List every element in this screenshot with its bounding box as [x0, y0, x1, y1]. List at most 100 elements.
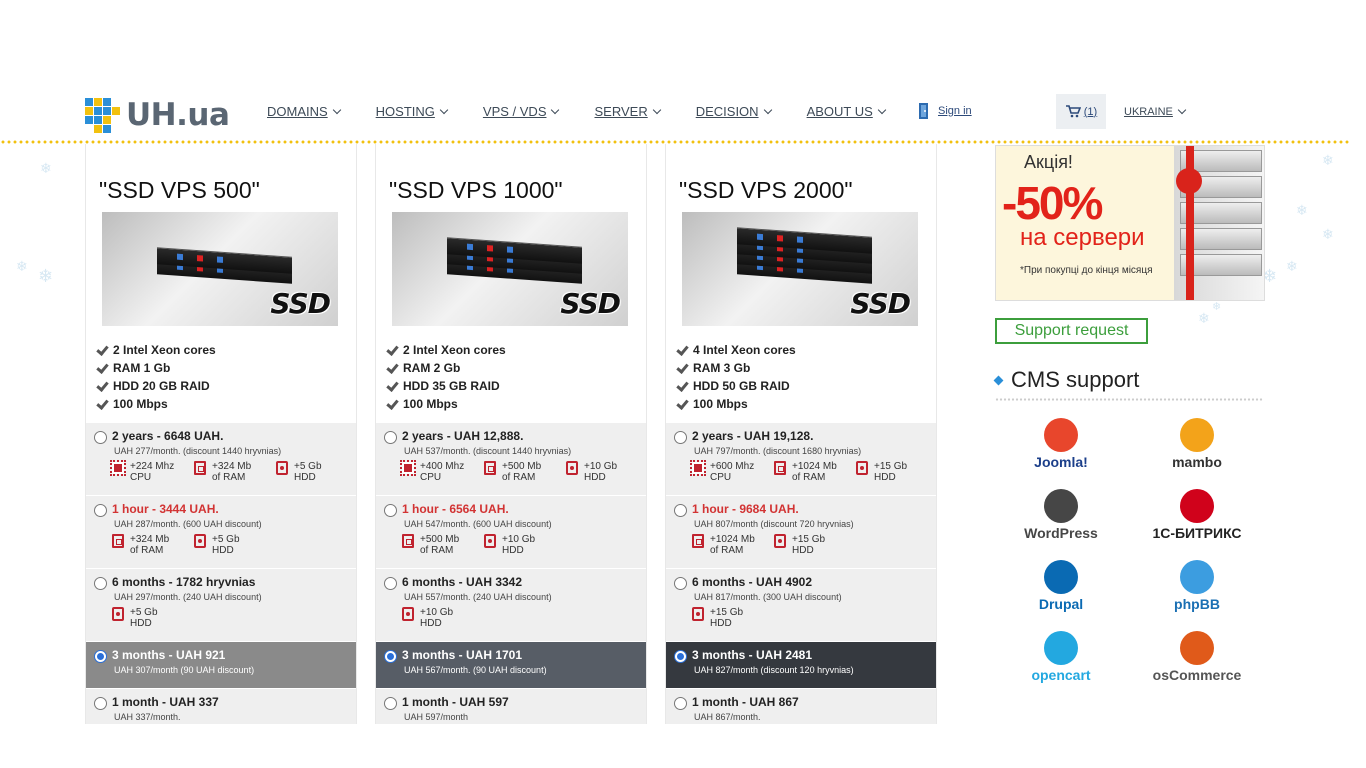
radio-button[interactable] [674, 431, 687, 444]
bonus-unit: HDD [212, 545, 234, 556]
radio-button[interactable] [384, 431, 397, 444]
cms-logo-drupal[interactable]: Drupal [1001, 556, 1121, 616]
snowflake-icon: ❄ [1322, 226, 1334, 242]
bonus-item: +10 Gb HDD [402, 607, 453, 629]
country-select[interactable]: UKRAINE [1124, 105, 1187, 118]
radio-button[interactable] [674, 697, 687, 710]
billing-option[interactable]: 1 month - UAH 597 UAH 597/month [376, 688, 646, 724]
bonus-unit: of RAM [792, 472, 826, 483]
bonus-unit: of RAM [710, 545, 744, 556]
mambo-icon [1180, 418, 1214, 452]
billing-option[interactable]: 6 months - 1782 hryvnias UAH 297/month. (… [86, 568, 356, 641]
nav-decision[interactable]: DECISION [696, 104, 772, 119]
bonus-value: +1024 Mb [710, 534, 755, 545]
option-price-per-month: UAH 537/month. (discount 1440 hryvnias) [404, 446, 572, 456]
radio-button[interactable] [674, 650, 687, 663]
radio-button[interactable] [384, 504, 397, 517]
radio-button[interactable] [384, 697, 397, 710]
billing-option[interactable]: 1 month - UAH 337 UAH 337/month. [86, 688, 356, 724]
cart-button[interactable]: (1) [1056, 94, 1106, 129]
cms-logo-phpbb[interactable]: phpBB [1137, 556, 1257, 616]
radio-button[interactable] [674, 577, 687, 590]
nav-vps-vds[interactable]: VPS / VDS [483, 104, 560, 119]
bonus-unit: HDD [584, 472, 606, 483]
billing-option[interactable]: 2 years - UAH 12,888. UAH 537/month. (dis… [376, 422, 646, 495]
option-price-per-month: UAH 597/month [404, 712, 469, 722]
cms-logo-bitrix[interactable]: 1С-БИТРИКС [1137, 485, 1257, 545]
option-title: 2 years - UAH 19,128. [692, 429, 814, 443]
snowflake-icon: ❄ [1198, 310, 1210, 326]
chevron-down-icon [332, 105, 341, 114]
feature-item: HDD 50 GB RAID [676, 377, 796, 395]
billing-option[interactable]: 2 years - UAH 19,128. UAH 797/month. (dis… [666, 422, 936, 495]
bonus-item: +600 Mhz CPU [690, 460, 755, 483]
bonus-value: +5 Gb [294, 461, 322, 472]
door-icon [919, 103, 928, 119]
feature-item: HDD 20 GB RAID [96, 377, 216, 395]
billing-option[interactable]: 3 months - UAH 2481 UAH 827/month (discou… [666, 641, 936, 688]
bonus-unit: of RAM [130, 545, 164, 556]
sign-in-link[interactable]: Sign in [918, 102, 972, 120]
billing-option[interactable]: 6 months - UAH 4902 UAH 817/month. (300 U… [666, 568, 936, 641]
cms-heading-label: CMS support [1011, 367, 1140, 392]
bonus-item: +400 Mhz CPU [400, 460, 464, 483]
bonus-text: +10 Gb HDD [420, 607, 453, 629]
billing-option[interactable]: 3 months - UAH 1701 UAH 567/month. (90 UA… [376, 641, 646, 688]
radio-button[interactable] [94, 431, 107, 444]
nav-domains[interactable]: DOMAINS [267, 104, 341, 119]
promo-banner[interactable]: Акція! -50% на сервери *При покупці до к… [995, 145, 1265, 301]
bonus-value: +600 Mhz [710, 461, 755, 472]
snowflake-icon: ❄ [1296, 202, 1308, 218]
radio-button[interactable] [674, 504, 687, 517]
logo-text: UH.ua [126, 97, 230, 133]
bonus-text: +324 Mb of RAM [130, 534, 169, 556]
bonus-item: +5 Gb HDD [194, 534, 240, 556]
bonus-item: +500 Mb of RAM [484, 461, 541, 483]
support-request-button[interactable]: Support request [995, 318, 1148, 344]
cms-logo-joomla[interactable]: Joomla! [1001, 414, 1121, 474]
nav-about-us[interactable]: ABOUT US [807, 104, 887, 119]
billing-option[interactable]: 1 month - UAH 867 UAH 867/month. [666, 688, 936, 724]
option-title: 3 months - UAH 1701 [402, 648, 523, 662]
wordpress-icon [1044, 489, 1078, 523]
billing-option[interactable]: 6 months - UAH 3342 UAH 557/month. (240 U… [376, 568, 646, 641]
nav-hosting[interactable]: HOSTING [376, 104, 449, 119]
feature-text: RAM 2 Gb [403, 361, 461, 375]
nav-server[interactable]: SERVER [594, 104, 661, 119]
cms-logo-mambo[interactable]: mambo [1137, 414, 1257, 474]
option-price-per-month: UAH 797/month. (discount 1680 hryvnias) [694, 446, 862, 456]
billing-option[interactable]: 1 hour - 6564 UAH. UAH 547/month. (600 UA… [376, 495, 646, 568]
option-title: 1 month - UAH 597 [402, 695, 509, 709]
bonus-unit: HDD [294, 472, 316, 483]
option-title: 1 hour - 9684 UAH. [692, 502, 799, 516]
logo[interactable]: UH.ua [85, 97, 230, 133]
cms-logo-oscommerce[interactable]: osCommerce [1137, 627, 1257, 687]
feature-item: 100 Mbps [96, 395, 216, 413]
radio-button[interactable] [94, 577, 107, 590]
radio-button[interactable] [94, 650, 107, 663]
country-label: UKRAINE [1124, 106, 1173, 118]
cms-logo-wordpress[interactable]: WordPress [1001, 485, 1121, 545]
billing-option[interactable]: 1 hour - 3444 UAH. UAH 287/month. (600 UA… [86, 495, 356, 568]
feature-item: 4 Intel Xeon cores [676, 341, 796, 359]
bonus-text: +15 Gb HDD [710, 607, 743, 629]
option-price-per-month: UAH 547/month. (600 UAH discount) [404, 519, 552, 529]
radio-button[interactable] [94, 697, 107, 710]
option-title: 3 months - UAH 2481 [692, 648, 813, 662]
billing-option[interactable]: 3 months - UAH 921 UAH 307/month (90 UAH … [86, 641, 356, 688]
radio-button[interactable] [384, 650, 397, 663]
checkmark-icon [96, 380, 108, 392]
cms-logo-opencart[interactable]: opencart [1001, 627, 1121, 687]
bonus-value: +5 Gb [212, 534, 240, 545]
checkmark-icon [676, 362, 688, 374]
bonus-unit: HDD [874, 472, 896, 483]
checkmark-icon [96, 344, 108, 356]
radio-button[interactable] [384, 577, 397, 590]
billing-option[interactable]: 2 years - 6648 UAH. UAH 277/month. (disco… [86, 422, 356, 495]
billing-option[interactable]: 1 hour - 9684 UAH. UAH 807/month (discoun… [666, 495, 936, 568]
checkmark-icon [676, 380, 688, 392]
bonus-text: +5 Gb HDD [212, 534, 240, 556]
bonus-value: +324 Mb [130, 534, 170, 545]
option-price-per-month: UAH 807/month (discount 720 hryvnias) [694, 519, 854, 529]
radio-button[interactable] [94, 504, 107, 517]
